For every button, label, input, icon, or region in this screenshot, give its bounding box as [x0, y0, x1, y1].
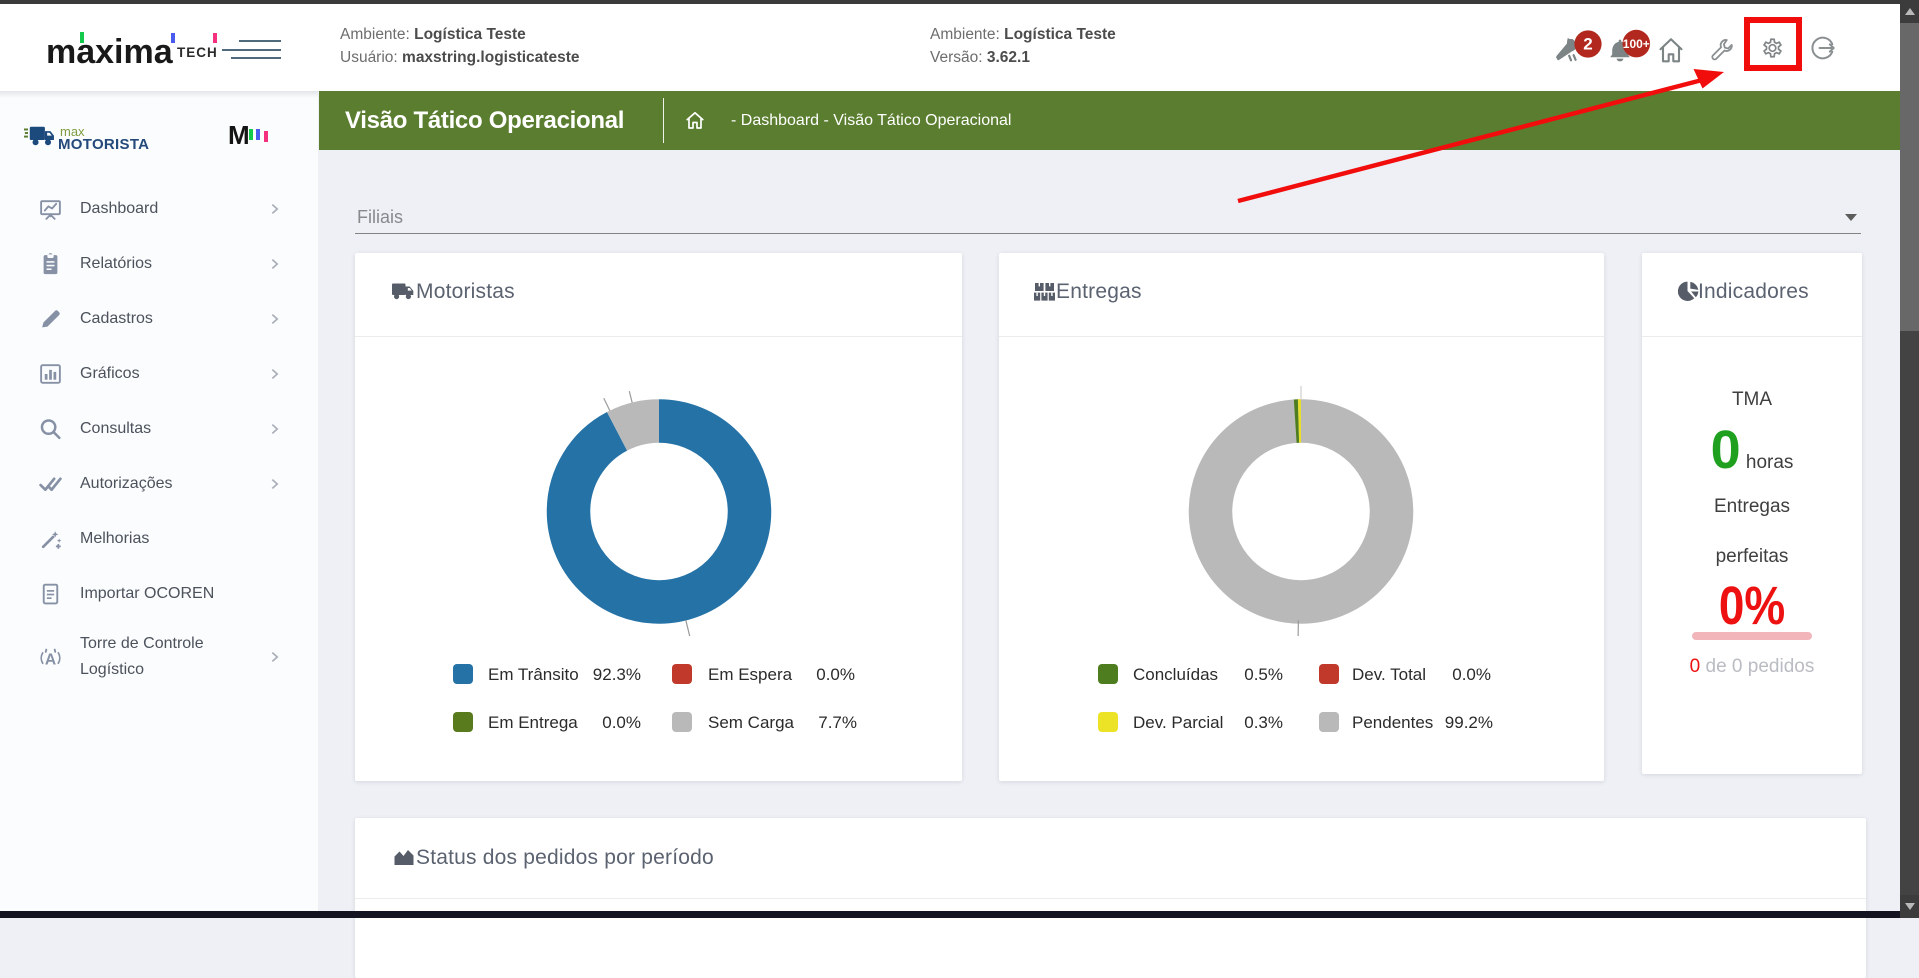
svg-text:100+: 100+ — [1623, 37, 1650, 51]
svg-text:A: A — [45, 651, 56, 668]
svg-text:2: 2 — [1583, 34, 1592, 53]
